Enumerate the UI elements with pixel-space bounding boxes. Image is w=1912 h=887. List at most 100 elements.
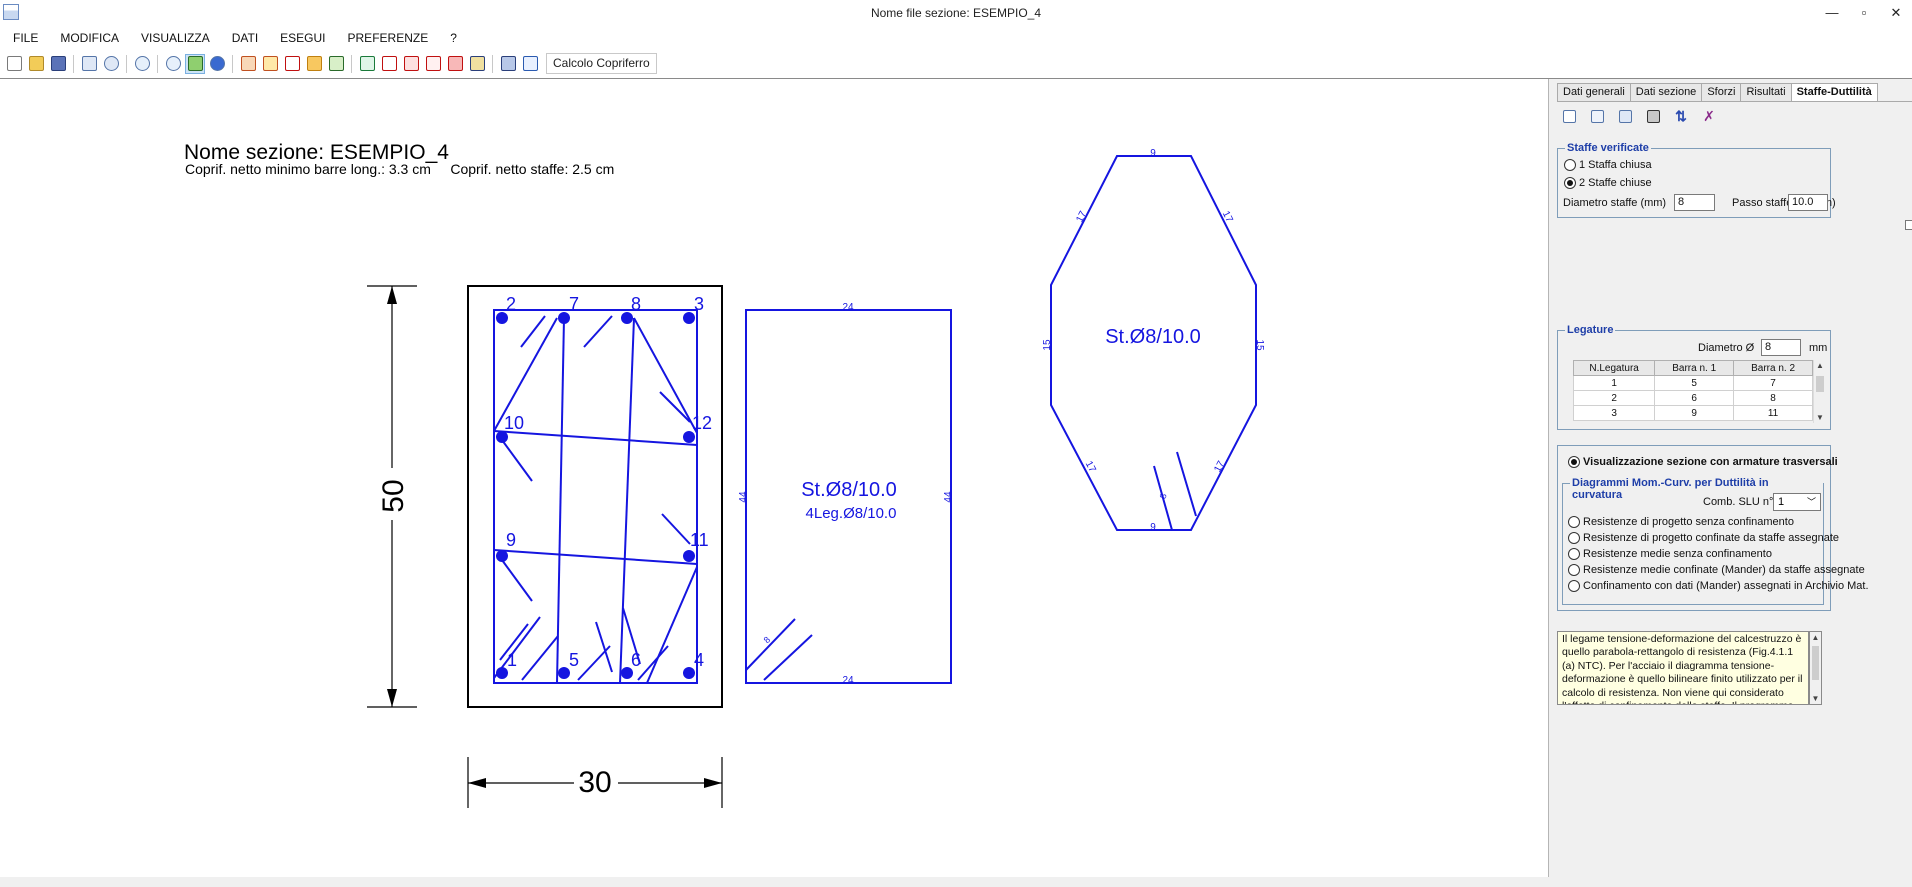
table-cell[interactable]: 11 [1733, 405, 1813, 421]
restore-button[interactable]: ▫ [1848, 0, 1880, 26]
diametro-staffe-input[interactable]: 8 [1674, 194, 1715, 211]
calculator-icon[interactable] [520, 54, 540, 74]
tab-risultati[interactable]: Risultati [1740, 83, 1792, 101]
menu-visualizza[interactable]: VISUALIZZA [128, 28, 219, 48]
import-icon[interactable] [357, 54, 377, 74]
pan-icon[interactable] [185, 53, 205, 74]
menu-dati[interactable]: DATI [219, 28, 267, 48]
rect-dim-top: 24 [842, 302, 854, 313]
new-file-icon[interactable] [4, 54, 24, 74]
table-cell[interactable]: 8 [1733, 390, 1813, 406]
passo-staffe-input[interactable]: 10.0 [1788, 194, 1828, 211]
radio-label: 2 Staffe chiuse [1579, 177, 1652, 189]
table-row[interactable]: 2 6 8 [1572, 390, 1813, 406]
column-header[interactable]: Barra n. 2 [1733, 360, 1813, 376]
legs-label: 4Leg.Ø8/10.0 [806, 505, 897, 522]
sort-icon[interactable]: ⇅ [1671, 106, 1691, 126]
radio-diagram-option-2[interactable]: Resistenze di progetto confinate da staf… [1568, 532, 1839, 544]
copy-icon[interactable] [79, 54, 99, 74]
open-folder-icon[interactable] [26, 54, 46, 74]
copy-icon[interactable] [1615, 106, 1635, 126]
loads-icon[interactable] [304, 54, 324, 74]
menu-modifica[interactable]: MODIFICA [47, 28, 128, 48]
settings-icon[interactable] [498, 54, 518, 74]
menu-help[interactable]: ? [437, 28, 466, 48]
verify-icon[interactable] [401, 54, 421, 74]
close-button[interactable]: ✕ [1880, 0, 1912, 26]
rect-dim-bottom: 24 [842, 675, 854, 686]
scroll-down-icon[interactable]: ▼ [1810, 694, 1821, 703]
chart-icon[interactable] [445, 54, 465, 74]
oct-dim-bottom: 9 [1150, 522, 1156, 533]
radio-diagram-option-4[interactable]: Resistenze medie confinate (Mander) da s… [1568, 564, 1865, 576]
calculator-icon[interactable] [1643, 106, 1663, 126]
table-cell[interactable]: 2 [1572, 390, 1656, 406]
report-icon[interactable] [379, 54, 399, 74]
scroll-down-icon[interactable]: ▼ [1814, 413, 1826, 422]
oct-dim-top: 9 [1150, 148, 1156, 159]
minimize-button[interactable]: — [1816, 0, 1848, 26]
materials-icon[interactable] [260, 54, 280, 74]
save-icon[interactable] [48, 54, 68, 74]
radio-label: 1 Staffa chiusa [1579, 159, 1652, 171]
radio-indicator [1568, 580, 1580, 592]
comb-slu-select[interactable]: 1 ﹀ [1773, 493, 1821, 511]
scroll-up-icon[interactable]: ▲ [1814, 361, 1826, 370]
table-cell[interactable]: 5 [1654, 375, 1735, 391]
tab-dati-sezione[interactable]: Dati sezione [1629, 83, 1703, 101]
calcolo-copriferro-button[interactable]: Calcolo Copriferro [546, 53, 657, 74]
info-textbox[interactable]: Il legame tensione-deformazione del calc… [1557, 631, 1809, 705]
inner-stirrup-diagonal [633, 317, 698, 434]
radio-visualizzazione-sezione[interactable]: Visualizzazione sezione con armature tra… [1568, 456, 1838, 468]
zoom-out-icon[interactable] [163, 54, 183, 74]
bar-label-10: 10 [504, 413, 524, 433]
radio-diagram-option-3[interactable]: Resistenze medie senza confinamento [1568, 548, 1772, 560]
toolbar-separator [73, 54, 74, 73]
table-cell[interactable]: 9 [1654, 405, 1735, 421]
scroll-up-icon[interactable]: ▲ [1810, 633, 1821, 642]
zoom-in-icon[interactable] [132, 54, 152, 74]
scroll-thumb[interactable] [1812, 646, 1819, 680]
bar-label-1: 1 [507, 650, 517, 670]
tab-staffe-duttilita[interactable]: Staffe-Duttilità [1790, 83, 1878, 101]
table-cell[interactable]: 7 [1733, 375, 1813, 391]
main-toolbar: Calcolo Copriferro [0, 51, 1912, 76]
cover-info-text: Coprif. netto minimo barre long.: 3.3 cm… [185, 161, 614, 177]
legature-scrollbar[interactable]: ▲ ▼ [1813, 360, 1826, 423]
column-header[interactable]: N.Legatura [1572, 360, 1656, 376]
table-icon[interactable] [467, 54, 487, 74]
table-cell[interactable]: 1 [1572, 375, 1656, 391]
tab-dati-generali[interactable]: Dati generali [1557, 83, 1631, 101]
radio-1-staffa[interactable]: 1 Staffa chiusa [1564, 159, 1652, 171]
bar-11 [683, 550, 695, 562]
help-icon[interactable] [207, 54, 227, 74]
menu-esegui[interactable]: ESEGUI [267, 28, 334, 48]
radio-diagram-option-5[interactable]: Confinamento con dati (Mander) assegnati… [1568, 580, 1869, 592]
drawing-canvas[interactable]: Nome sezione: ESEMPIO_4 Coprif. netto mi… [0, 79, 1548, 877]
document-icon[interactable] [1587, 106, 1607, 126]
table-cell[interactable]: 6 [1654, 390, 1735, 406]
table-row[interactable]: 3 9 11 [1572, 405, 1813, 421]
preview-icon[interactable] [1559, 106, 1579, 126]
legature-diametro-input[interactable]: 8 [1761, 339, 1801, 356]
legature-diametro-label: Diametro Ø [1698, 342, 1755, 354]
table-cell[interactable]: 3 [1572, 405, 1656, 421]
panel-edge-checkbox[interactable] [1905, 220, 1912, 230]
run-icon[interactable] [326, 54, 346, 74]
menu-file[interactable]: FILE [0, 28, 47, 48]
table-row[interactable]: 1 5 7 [1572, 375, 1813, 391]
toolbar-separator [157, 54, 158, 73]
scroll-thumb[interactable] [1816, 376, 1824, 392]
diagram-icon[interactable] [423, 54, 443, 74]
menu-preferenze[interactable]: PREFERENZE [335, 28, 438, 48]
section-data-icon[interactable] [238, 54, 258, 74]
tab-sforzi[interactable]: Sforzi [1701, 83, 1742, 101]
info-scrollbar[interactable]: ▲ ▼ [1809, 631, 1822, 705]
reinforcement-icon[interactable] [282, 54, 302, 74]
tools-icon[interactable]: ✗ [1699, 106, 1719, 126]
column-header[interactable]: Barra n. 1 [1654, 360, 1735, 376]
print-preview-icon[interactable] [101, 54, 121, 74]
radio-diagram-option-1[interactable]: Resistenze di progetto senza confinament… [1568, 516, 1794, 528]
bar-label-3: 3 [694, 294, 704, 314]
radio-2-staffe[interactable]: 2 Staffe chiuse [1564, 177, 1652, 189]
